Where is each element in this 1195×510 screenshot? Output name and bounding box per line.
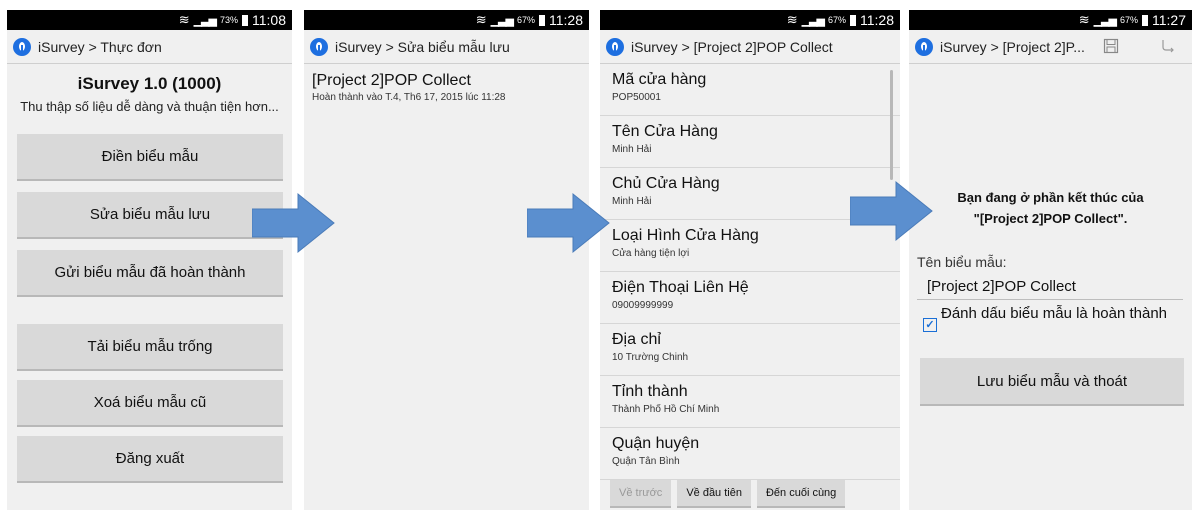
flow-arrow-1 [252,192,335,254]
wifi-icon: ≋ [475,12,487,27]
battery-icon [539,14,545,26]
breadcrumb: iSurvey > Sửa biểu mẫu lưu [335,38,510,55]
logout-button[interactable]: Đăng xuất [17,436,283,483]
scrollbar[interactable] [890,70,893,180]
wifi-icon: ≋ [1078,12,1090,27]
field-value: Minh Hải [612,144,652,155]
field-label: Mã cửa hàng [612,71,707,88]
field-value: Quận Tân Bình [612,456,680,467]
list-item[interactable]: Mã cửa hàng POP50001 [600,64,900,116]
field-label: Quận huyện [612,435,700,452]
screen-form-hierarchy: ≋ ▁▃▅ 67% 11:28 iSurvey > [Project 2]POP… [600,10,900,510]
field-value: 10 Trường Chinh [612,352,689,363]
save-and-exit-button[interactable]: Lưu biểu mẫu và thoát [920,358,1184,406]
jump-icon[interactable] [1159,37,1177,55]
signal-icon: ▁▃▅ [801,14,825,27]
breadcrumb: iSurvey > Thực đơn [38,38,162,55]
battery-percent: 67% [827,15,846,25]
app-title: iSurvey 1.0 (1000) [77,74,222,93]
saved-form-title: [Project 2]POP Collect [312,72,471,89]
field-label: Địa chỉ [612,331,661,348]
breadcrumb: iSurvey > [Project 2]POP Collect [631,38,833,55]
wifi-icon: ≋ [786,12,798,27]
battery-percent: 67% [516,15,535,25]
clock: 11:27 [1152,12,1186,28]
battery-percent: 67% [1119,15,1138,25]
status-bar: ≋ ▁▃▅ 67% 11:27 [909,10,1192,30]
field-value: Thành Phố Hồ Chí Minh [612,404,720,415]
clock: 11:28 [860,12,894,28]
flow-arrow-2 [527,192,610,254]
breadcrumb: iSurvey > [Project 2]P... [940,38,1085,55]
mark-complete-checkbox[interactable]: ✓ [923,318,937,332]
signal-icon: ▁▃▅ [193,14,217,27]
saved-form-item[interactable]: [Project 2]POP Collect Hoàn thành vào T.… [304,72,589,103]
send-finalized-button[interactable]: Gửi biểu mẫu đã hoàn thành [17,250,283,297]
field-list: Mã cửa hàng POP50001 Tên Cửa Hàng Minh H… [600,64,900,480]
field-label: Tên Cửa Hàng [612,123,718,140]
previous-button[interactable]: Về trước [610,480,672,508]
field-value: 09009999999 [612,300,674,311]
clock: 11:08 [252,12,286,28]
edit-saved-form-button[interactable]: Sửa biểu mẫu lưu [17,192,283,239]
app-subtitle: Thu thập số liệu dễ dàng và thuận tiện h… [20,99,279,114]
get-blank-form-button[interactable]: Tải biểu mẫu trống [17,324,283,371]
battery-percent: 73% [219,15,238,25]
status-bar: ≋ ▁▃▅ 67% 11:28 [304,10,589,30]
list-item[interactable]: Địa chỉ 10 Trường Chinh [600,324,900,376]
form-name-field[interactable]: [Project 2]POP Collect [917,276,1183,300]
info-logo-icon [13,37,31,56]
title-bar: iSurvey > Sửa biểu mẫu lưu [304,30,589,64]
end-of-form-message: Bạn đang ở phần kết thúc của "[Project 2… [909,187,1192,229]
battery-icon [1142,14,1148,26]
end-message-line-1: Bạn đang ở phần kết thúc của [957,190,1144,205]
field-value: POP50001 [612,92,661,103]
signal-icon: ▁▃▅ [490,14,514,27]
flow-arrow-3 [850,180,933,242]
form-name-label: Tên biểu mẫu: [917,254,1007,270]
screen-form-end: ≋ ▁▃▅ 67% 11:27 iSurvey > [Project 2]P..… [909,10,1192,510]
save-icon[interactable] [1102,37,1120,55]
go-to-start-button[interactable]: Về đầu tiên [677,480,751,508]
info-logo-icon [606,37,624,56]
field-label: Tỉnh thành [612,383,688,400]
status-bar: ≋ ▁▃▅ 67% 11:28 [600,10,900,30]
info-logo-icon [310,37,328,56]
title-bar: iSurvey > [Project 2]POP Collect [600,30,900,64]
field-label: Điện Thoại Liên Hệ [612,279,749,296]
list-item[interactable]: Tên Cửa Hàng Minh Hải [600,116,900,168]
fill-form-button[interactable]: Điền biểu mẫu [17,134,283,181]
go-to-end-button[interactable]: Đến cuối cùng [756,480,846,508]
delete-saved-button[interactable]: Xoá biểu mẫu cũ [17,380,283,427]
battery-icon [850,14,856,26]
field-value: Cửa hàng tiện lợi [612,248,690,259]
screen-saved-forms: ≋ ▁▃▅ 67% 11:28 iSurvey > Sửa biểu mẫu l… [304,10,589,510]
end-message-line-2: "[Project 2]POP Collect". [973,211,1128,226]
mark-complete-label: Đánh dấu biểu mẫu là hoàn thành [941,305,1168,322]
list-item[interactable]: Điện Thoại Liên Hệ 09009999999 [600,272,900,324]
battery-icon [242,14,248,26]
saved-form-subtitle: Hoàn thành vào T.4, Th6 17, 2015 lúc 11:… [312,92,506,103]
nav-bar: Về trước Về đầu tiên Đến cuối cùng [600,480,900,510]
mark-complete-row[interactable]: ✓ Đánh dấu biểu mẫu là hoàn thành [923,306,1171,332]
title-bar: iSurvey > [Project 2]P... [909,30,1192,64]
info-logo-icon [915,37,933,56]
screen-main-menu: ≋ ▁▃▅ 73% 11:08 iSurvey > Thực đơn iSurv… [7,10,292,510]
title-bar: iSurvey > Thực đơn [7,30,292,64]
wifi-icon: ≋ [178,12,190,27]
list-item[interactable]: Quận huyện Quận Tân Bình [600,428,900,480]
signal-icon: ▁▃▅ [1093,14,1117,27]
clock: 11:28 [549,12,583,28]
list-item[interactable]: Tỉnh thành Thành Phố Hồ Chí Minh [600,376,900,428]
status-bar: ≋ ▁▃▅ 73% 11:08 [7,10,292,30]
